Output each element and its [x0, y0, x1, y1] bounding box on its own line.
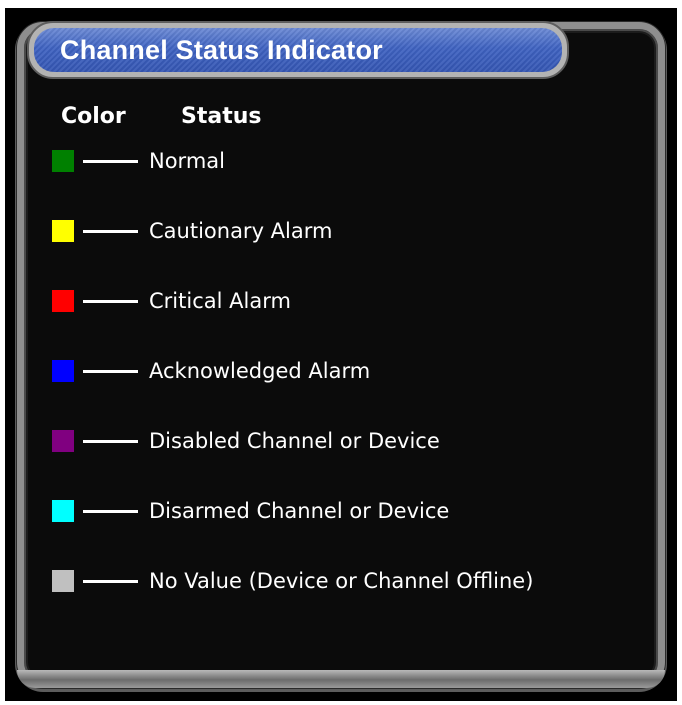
color-swatch-no-value [52, 570, 74, 592]
color-column-header: Color [61, 104, 126, 129]
color-swatch-cautionary-alarm [52, 220, 74, 242]
status-label-disabled-channel: Disabled Channel or Device [149, 429, 440, 453]
color-swatch-normal [52, 150, 74, 172]
status-label-cautionary-alarm: Cautionary Alarm [149, 219, 333, 243]
color-swatch-critical-alarm [52, 290, 74, 312]
connector-line [83, 369, 138, 373]
panel-title-bar: Channel Status Indicator [34, 28, 562, 72]
legend-row-cautionary-alarm: Cautionary Alarm [52, 219, 332, 243]
connector-line [83, 579, 138, 583]
legend-row-no-value: No Value (Device or Channel Offline) [52, 569, 533, 593]
legend-row-acknowledged-alarm: Acknowledged Alarm [52, 359, 370, 383]
status-column-header: Status [181, 104, 262, 129]
legend-row-critical-alarm: Critical Alarm [52, 289, 291, 313]
color-swatch-disabled-channel [52, 430, 74, 452]
panel-title: Channel Status Indicator [60, 34, 383, 65]
legend-row-normal: Normal [52, 149, 225, 173]
window-frame: Channel Status Indicator Color Status No… [5, 8, 677, 701]
legend-row-disabled-channel: Disabled Channel or Device [52, 429, 440, 453]
color-swatch-acknowledged-alarm [52, 360, 74, 382]
status-label-disarmed-channel: Disarmed Channel or Device [149, 499, 450, 523]
connector-line [83, 509, 138, 513]
status-label-acknowledged-alarm: Acknowledged Alarm [149, 359, 371, 383]
legend-row-disarmed-channel: Disarmed Channel or Device [52, 499, 449, 523]
status-label-critical-alarm: Critical Alarm [149, 289, 291, 313]
panel-title-tab: Channel Status Indicator [27, 21, 569, 79]
connector-line [83, 439, 138, 443]
status-label-normal: Normal [149, 149, 225, 173]
connector-line [83, 159, 138, 163]
color-swatch-disarmed-channel [52, 500, 74, 522]
connector-line [83, 299, 138, 303]
connector-line [83, 229, 138, 233]
status-label-no-value: No Value (Device or Channel Offline) [149, 569, 534, 593]
